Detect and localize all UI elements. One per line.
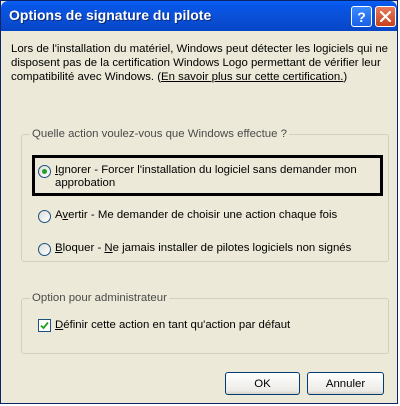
- description-text: Lors de l'installation du matériel, Wind…: [11, 42, 391, 84]
- checkbox-label: Définir cette action en tant qu'action p…: [55, 319, 291, 331]
- checkbox[interactable]: [38, 319, 51, 332]
- radio-warn[interactable]: Avertir - Me demander de choisir une act…: [38, 209, 378, 223]
- learn-more-link[interactable]: En savoir plus sur cette certification.: [161, 71, 343, 83]
- radio-warn-label: Avertir - Me demander de choisir une act…: [55, 209, 338, 221]
- help-button[interactable]: ?: [351, 6, 372, 27]
- ok-button[interactable]: OK: [225, 372, 300, 395]
- radio-ignore[interactable]: Ignorer - Forcer l'installation du logic…: [38, 164, 376, 190]
- dialog-content: Lors de l'installation du matériel, Wind…: [1, 31, 397, 403]
- radio-block-label: Bloquer - Ne jamais installer de pilotes…: [55, 242, 352, 254]
- checkmark-icon: [40, 321, 49, 330]
- radio-ignore-label: Ignorer - Forcer l'installation du logic…: [55, 164, 357, 189]
- radio-block[interactable]: Bloquer - Ne jamais installer de pilotes…: [38, 242, 378, 256]
- close-button[interactable]: [375, 6, 396, 27]
- action-group-legend: Quelle action voulez-vous que Windows ef…: [32, 128, 287, 140]
- help-icon: ?: [357, 8, 366, 25]
- radio-button-checked[interactable]: [38, 165, 51, 178]
- admin-group-legend: Option pour administrateur: [32, 292, 167, 304]
- description-suffix: ): [343, 71, 348, 83]
- radio-button[interactable]: [38, 210, 51, 223]
- window-title: Options de signature du pilote: [9, 7, 212, 23]
- close-icon: [380, 11, 391, 22]
- radio-button[interactable]: [38, 243, 51, 256]
- title-bar[interactable]: Options de signature du pilote ?: [1, 1, 397, 31]
- default-action-checkbox[interactable]: Définir cette action en tant qu'action p…: [38, 319, 290, 332]
- driver-signing-dialog: Options de signature du pilote ? Lors de…: [0, 0, 398, 404]
- cancel-button[interactable]: Annuler: [307, 372, 384, 395]
